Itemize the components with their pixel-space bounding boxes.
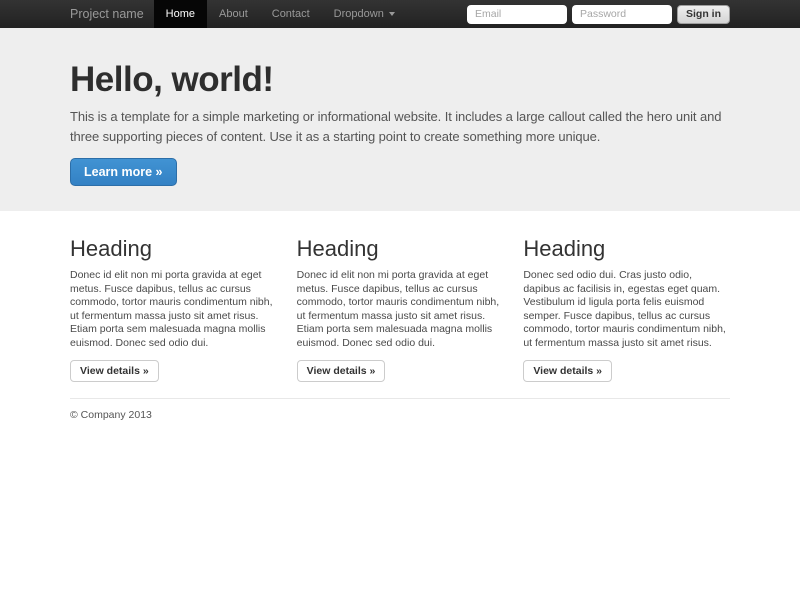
- hero-title: Hello, world!: [70, 60, 730, 100]
- column-text: Donec sed odio dui. Cras justo odio, dap…: [523, 269, 730, 350]
- nav-item-about[interactable]: About: [207, 0, 260, 28]
- main-content: Heading Donec id elit non mi porta gravi…: [70, 211, 730, 421]
- chevron-down-icon: [389, 12, 395, 16]
- content-column-2: Heading Donec id elit non mi porta gravi…: [297, 211, 504, 382]
- hero-container: Hello, world! This is a template for a s…: [70, 60, 730, 186]
- column-text: Donec id elit non mi porta gravida at eg…: [70, 269, 277, 350]
- column-text: Donec id elit non mi porta gravida at eg…: [297, 269, 504, 350]
- hero-description: This is a template for a simple marketin…: [70, 107, 730, 146]
- sign-in-button[interactable]: Sign in: [677, 5, 730, 24]
- email-field[interactable]: [467, 5, 567, 24]
- nav-item-dropdown-label: Dropdown: [334, 8, 384, 20]
- nav-item-home[interactable]: Home: [154, 0, 207, 28]
- brand-link[interactable]: Project name: [70, 7, 144, 21]
- view-details-button-2[interactable]: View details »: [297, 360, 386, 382]
- footer: © Company 2013: [70, 409, 730, 421]
- nav-item-dropdown[interactable]: Dropdown: [322, 0, 407, 28]
- content-column-1: Heading Donec id elit non mi porta gravi…: [70, 211, 277, 382]
- learn-more-button[interactable]: Learn more »: [70, 158, 177, 186]
- content-column-3: Heading Donec sed odio dui. Cras justo o…: [523, 211, 730, 382]
- signin-form: Sign in: [467, 5, 730, 24]
- copyright-text: © Company 2013: [70, 409, 730, 421]
- column-heading: Heading: [523, 237, 730, 261]
- navbar-inner: Project name Home About Contact Dropdown…: [70, 0, 730, 28]
- password-field[interactable]: [572, 5, 672, 24]
- hero-unit: Hello, world! This is a template for a s…: [0, 28, 800, 211]
- column-heading: Heading: [297, 237, 504, 261]
- view-details-button-1[interactable]: View details »: [70, 360, 159, 382]
- column-heading: Heading: [70, 237, 277, 261]
- navbar: Project name Home About Contact Dropdown…: [0, 0, 800, 28]
- view-details-button-3[interactable]: View details »: [523, 360, 612, 382]
- nav-menu: Home About Contact Dropdown: [154, 0, 407, 28]
- nav-item-contact[interactable]: Contact: [260, 0, 322, 28]
- footer-divider: [70, 398, 730, 399]
- columns-row: Heading Donec id elit non mi porta gravi…: [70, 211, 730, 382]
